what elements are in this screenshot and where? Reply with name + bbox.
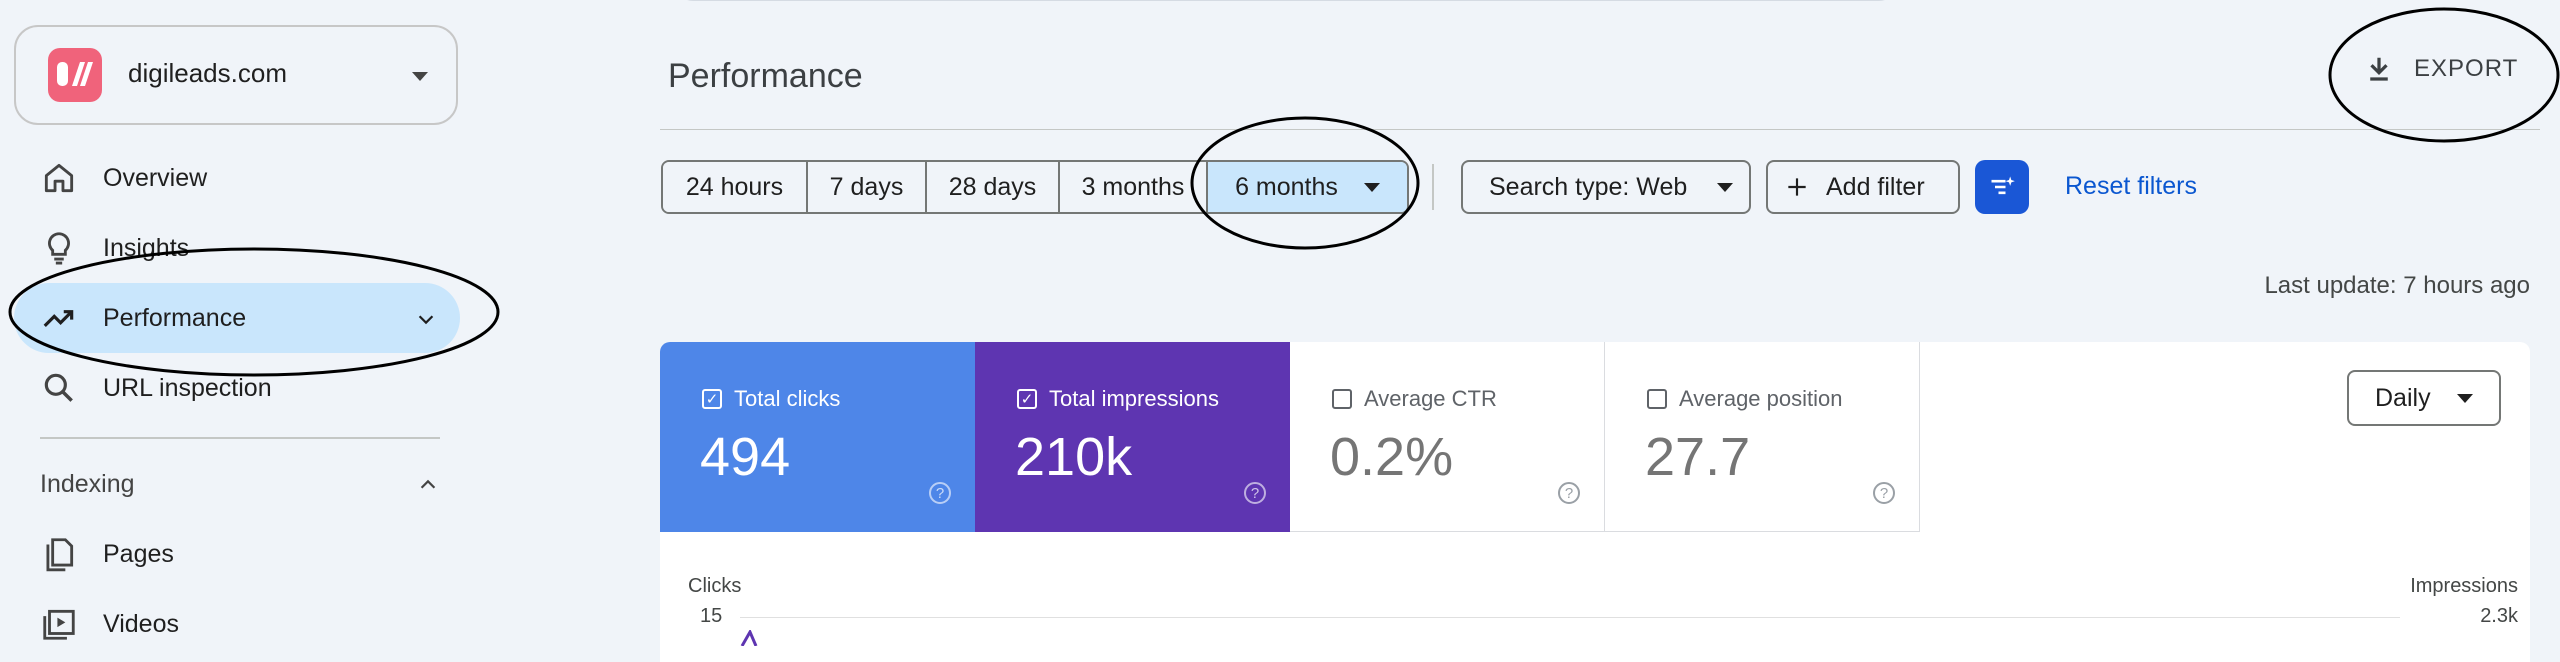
help-icon[interactable]: ? <box>929 482 951 504</box>
chevron-down-icon <box>2456 393 2473 403</box>
home-icon <box>44 163 74 193</box>
metric-label: Average position <box>1679 386 1843 411</box>
date-chip-6-months[interactable]: 6 months <box>1208 162 1407 212</box>
granularity-dropdown[interactable]: Daily <box>2347 370 2501 426</box>
sidebar-item-overview[interactable]: Overview <box>0 143 470 213</box>
date-chip-3-months[interactable]: 3 months <box>1060 162 1208 212</box>
metric-card-average-position[interactable]: Average position 27.7 ? <box>1605 342 1920 532</box>
chevron-up-icon[interactable] <box>417 474 439 496</box>
sidebar-item-label: Videos <box>103 610 179 638</box>
metric-value: 0.2% <box>1330 427 1454 487</box>
search-type-label: Search type: Web <box>1489 172 1688 201</box>
help-icon[interactable]: ? <box>1244 482 1266 504</box>
checkbox-unchecked-icon[interactable] <box>1647 389 1667 409</box>
sidebar-item-url-inspection[interactable]: URL inspection <box>0 353 470 423</box>
metric-label: Total impressions <box>1049 386 1219 411</box>
sidebar-item-label: Overview <box>103 164 208 192</box>
filter-settings-button[interactable] <box>1975 160 2029 214</box>
last-update-text: Last update: 7 hours ago <box>2264 272 2530 299</box>
download-icon <box>2370 57 2388 81</box>
sidebar-divider <box>40 437 440 439</box>
metric-card-average-ctr[interactable]: Average CTR 0.2% ? <box>1290 342 1605 532</box>
chevron-down-icon[interactable] <box>412 72 428 81</box>
add-filter-button[interactable]: Add filter <box>1766 160 1960 214</box>
trending-up-icon <box>43 310 74 328</box>
page-title: Performance <box>668 57 863 95</box>
export-label: EXPORT <box>2414 55 2519 82</box>
chart-left-axis-label: Clicks <box>688 575 742 597</box>
sidebar-item-pages[interactable]: Pages <box>0 519 470 589</box>
sidebar-item-label: Performance <box>103 304 247 332</box>
property-name: digileads.com <box>128 58 287 88</box>
date-chip-label: 6 months <box>1235 172 1338 201</box>
pages-icon <box>46 538 74 572</box>
granularity-label: Daily <box>2375 383 2431 412</box>
search-bar[interactable] <box>675 0 1897 1</box>
add-filter-label: Add filter <box>1826 172 1925 201</box>
metric-card-total-impressions[interactable]: ✓ Total impressions 210k ? <box>975 342 1290 532</box>
chart-right-axis-label: Impressions <box>2410 575 2518 597</box>
plus-icon <box>1788 178 1806 196</box>
sidebar-item-performance[interactable]: Performance <box>0 283 470 353</box>
sidebar-item-label: Pages <box>103 540 174 568</box>
header-divider <box>660 129 2540 130</box>
export-button[interactable]: EXPORT <box>2364 54 2518 84</box>
filter-sparkle-icon <box>1991 176 2015 195</box>
metric-value: 210k <box>1015 427 1133 487</box>
property-logo-icon <box>48 48 102 102</box>
lightbulb-icon <box>48 232 70 265</box>
search-icon <box>44 373 73 402</box>
metric-value: 494 <box>700 427 791 487</box>
video-icon <box>43 609 75 640</box>
metric-card-total-clicks[interactable]: ✓ Total clicks 494 ? <box>660 342 975 532</box>
search-type-dropdown[interactable]: Search type: Web <box>1461 160 1751 214</box>
date-range-selector: 24 hours 7 days 28 days 3 months 6 month… <box>661 160 1409 214</box>
metric-label: Average CTR <box>1364 386 1497 411</box>
sidebar-item-insights[interactable]: Insights <box>0 213 470 283</box>
sidebar-item-videos[interactable]: Videos <box>0 589 470 659</box>
checkbox-checked-icon[interactable]: ✓ <box>1017 389 1037 409</box>
filter-separator <box>1432 164 1434 210</box>
date-chip-7-days[interactable]: 7 days <box>808 162 927 212</box>
date-chip-24-hours[interactable]: 24 hours <box>663 162 808 212</box>
help-icon[interactable]: ? <box>1558 482 1580 504</box>
checkbox-unchecked-icon[interactable] <box>1332 389 1352 409</box>
sidebar-item-label: URL inspection <box>103 374 272 402</box>
date-chip-28-days[interactable]: 28 days <box>927 162 1060 212</box>
chevron-down-icon <box>1717 182 1734 192</box>
chart-impressions-line <box>740 630 758 646</box>
metric-label: Total clicks <box>734 386 841 411</box>
checkbox-checked-icon[interactable]: ✓ <box>702 389 722 409</box>
chart-right-axis-max: 2.3k <box>2480 605 2518 627</box>
chart-left-axis-max: 15 <box>700 605 723 627</box>
section-indexing[interactable]: Indexing <box>40 470 135 499</box>
reset-filters-link[interactable]: Reset filters <box>2065 172 2197 201</box>
chevron-down-icon <box>1363 182 1380 192</box>
metric-value: 27.7 <box>1645 427 1751 487</box>
help-icon[interactable]: ? <box>1873 482 1895 504</box>
sidebar-item-label: Insights <box>103 234 190 262</box>
chevron-down-icon[interactable] <box>415 308 437 330</box>
chart-gridline <box>740 617 2400 618</box>
